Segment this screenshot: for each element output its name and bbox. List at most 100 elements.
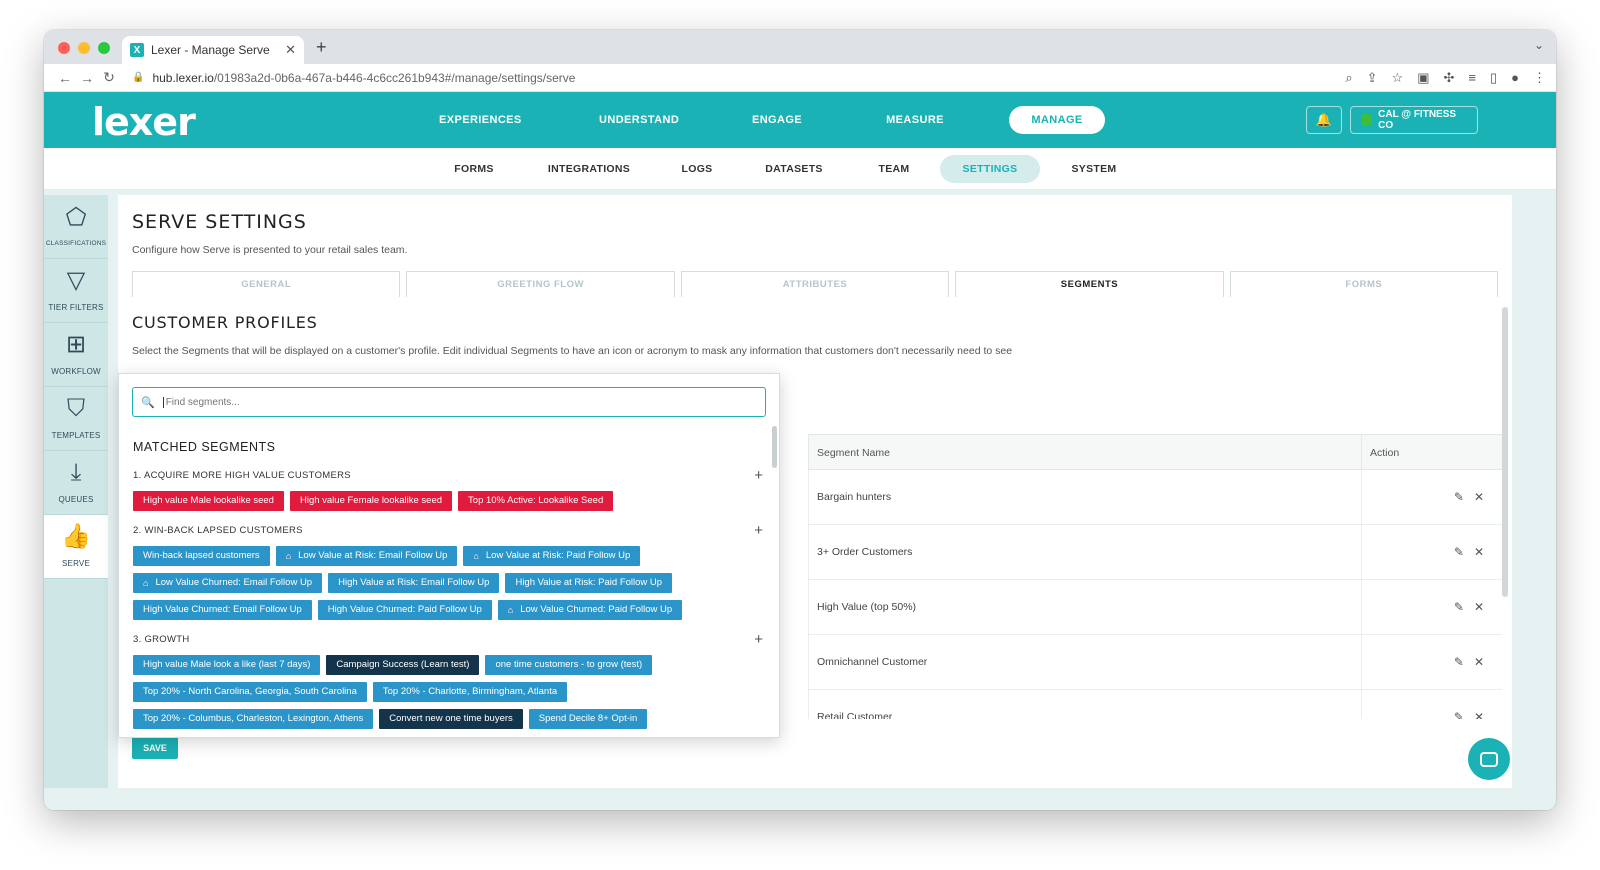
segment-chip[interactable]: Top 20% - Charlotte, Birmingham, Atlanta [372,682,568,702]
serve-settings-card: SERVE SETTINGS Configure how Serve is pr… [118,195,1512,788]
browser-tab[interactable]: X Lexer - Manage Serve ✕ [122,36,304,64]
save-button[interactable]: SAVE [132,737,178,759]
subnav-datasets[interactable]: DATASETS [759,155,829,183]
back-icon[interactable]: ← [54,70,76,86]
profile-icon[interactable]: ● [1511,70,1519,86]
segment-chip[interactable]: ⌂ Low Value Churned: Paid Follow Up [497,600,683,620]
thumbs-up-icon: 👍 [61,523,91,550]
side-panel-icon[interactable]: ▯ [1490,70,1497,86]
row-actions: ✎ ✕ [1361,580,1502,634]
extension-icon[interactable]: ▣ [1417,70,1429,86]
delete-icon[interactable]: ✕ [1474,710,1484,719]
segment-search-input[interactable] [162,396,743,408]
add-group-icon[interactable]: + [754,467,763,484]
edit-icon[interactable]: ✎ [1454,545,1464,559]
segment-chip[interactable]: Top 20% - Columbus, Charleston, Lexingto… [133,709,374,729]
segment-group-title: 2. WIN-BACK LAPSED CUSTOMERS [133,525,303,536]
share-icon[interactable]: ⇪ [1367,70,1378,86]
nav-measure[interactable]: MEASURE [885,114,945,126]
sidebar-item-workflow[interactable]: ⊞ WORKFLOW [44,323,108,387]
delete-icon[interactable]: ✕ [1474,490,1484,504]
nav-manage[interactable]: MANAGE [1009,106,1105,134]
reload-icon[interactable]: ↻ [98,69,120,86]
segment-group: 3. GROWTH + High value Male look a like … [133,631,763,729]
zoom-icon[interactable]: ⌕ [1345,70,1352,86]
segment-chip[interactable]: ⌂ Low Value at Risk: Paid Follow Up [463,546,641,566]
subnav-integrations[interactable]: INTEGRATIONS [544,155,634,183]
edit-icon[interactable]: ✎ [1454,655,1464,669]
account-switcher[interactable]: CAL @ FITNESS CO [1350,106,1478,134]
subnav-team[interactable]: TEAM [869,155,919,183]
segment-chip[interactable]: High value Male look a like (last 7 days… [133,655,321,675]
delete-icon[interactable]: ✕ [1474,600,1484,614]
segment-chip[interactable]: Convert new one time buyers [379,709,523,729]
sidebar-item-classifications[interactable]: ⬠ CLASSIFICATIONS [44,195,108,259]
subnav-settings[interactable]: SETTINGS [940,155,1040,183]
subnav-forms[interactable]: FORMS [444,155,504,183]
segment-chip[interactable]: Top 10% Active: Lookalike Seed [458,491,614,511]
segment-chip[interactable]: High Value at Risk: Paid Follow Up [505,573,673,593]
segment-chip[interactable]: High value Male lookalike seed [133,491,284,511]
segment-chip[interactable]: Spend Decile 8+ Opt-in [528,709,648,729]
segment-badge-icon: ⌂ [143,578,149,588]
edit-icon[interactable]: ✎ [1454,600,1464,614]
delete-icon[interactable]: ✕ [1474,655,1484,669]
nav-understand[interactable]: UNDERSTAND [599,114,679,126]
table-row: Retail Customer ✎ ✕ [808,690,1502,719]
browser-window: X Lexer - Manage Serve ✕ + ⌄ ← → ↻ 🔒 hub… [44,30,1556,810]
puzzle-icon[interactable]: ✣ [1443,70,1454,86]
maximize-window-button[interactable] [98,42,110,54]
subnav-logs[interactable]: LOGS [672,155,722,183]
menu-dots-icon[interactable]: ⋮ [1533,70,1546,86]
lexer-logo[interactable]: lexer [92,100,196,144]
tab-greeting-flow[interactable]: GREETING FLOW [406,271,675,297]
url-field[interactable]: 🔒 hub.lexer.io/01983a2d-0b6a-467a-b446-4… [132,71,575,85]
tab-search-chevron-icon[interactable]: ⌄ [1534,38,1544,52]
add-group-icon[interactable]: + [754,631,763,648]
segment-name-cell: Bargain hunters [808,470,1361,524]
segment-chip[interactable]: Campaign Success (Learn test) [326,655,480,675]
tab-general[interactable]: GENERAL [132,271,401,297]
edit-icon[interactable]: ✎ [1454,710,1464,719]
sidebar-item-label: QUEUES [58,495,94,504]
new-tab-icon[interactable]: + [316,37,327,58]
tab-forms[interactable]: FORMS [1229,271,1499,297]
minimize-window-button[interactable] [78,42,90,54]
delete-icon[interactable]: ✕ [1474,545,1484,559]
sidebar-item-templates[interactable]: ⛉ TEMPLATES [44,387,108,451]
content-scrollbar-thumb[interactable] [1502,307,1508,597]
sidebar-item-queues[interactable]: ⤓ QUEUES [44,451,108,515]
segment-chip[interactable]: ⌂ Low Value Churned: Email Follow Up [133,573,323,593]
dropdown-scrollbar[interactable] [772,426,777,468]
column-header-segment-name[interactable]: Segment Name [808,435,1361,469]
segment-chip[interactable]: High value Female lookalike seed [289,491,453,511]
segment-chip-label: Low Value Churned: Paid Follow Up [520,604,673,615]
segment-chip[interactable]: High Value Churned: Paid Follow Up [317,600,492,620]
segment-chip[interactable]: High Value at Risk: Email Follow Up [328,573,500,593]
segment-chip[interactable]: ⌂ Low Value at Risk: Email Follow Up [275,546,458,566]
segment-chip[interactable]: Top 20% - North Carolina, Georgia, South… [133,682,367,702]
sidebar-item-serve[interactable]: 👍 SERVE [44,515,108,579]
bookmark-star-icon[interactable]: ☆ [1392,70,1404,86]
column-header-action: Action [1361,435,1502,469]
reading-list-icon[interactable]: ≡ [1468,70,1476,86]
tab-segments[interactable]: SEGMENTS [955,271,1224,297]
segment-chip[interactable]: one time customers - to grow (test) [485,655,653,675]
segment-search: 🔍 [132,387,766,417]
edit-icon[interactable]: ✎ [1454,490,1464,504]
nav-experiences[interactable]: EXPERIENCES [439,114,521,126]
tab-attributes[interactable]: ATTRIBUTES [680,271,950,297]
content-scrollbar[interactable] [1502,303,1508,723]
sidebar-item-tier-filters[interactable]: ▽ TIER FILTERS [44,259,108,323]
notifications-bell-icon[interactable]: 🔔 [1306,106,1342,134]
nav-engage[interactable]: ENGAGE [747,114,807,126]
chat-launcher-button[interactable] [1468,738,1510,780]
subnav-system[interactable]: SYSTEM [1066,155,1122,183]
close-window-button[interactable] [58,42,70,54]
forward-icon[interactable]: → [76,70,98,86]
segment-chip[interactable]: Win-back lapsed customers [133,546,270,566]
add-group-icon[interactable]: + [754,522,763,539]
segment-group-title: 1. ACQUIRE MORE HIGH VALUE CUSTOMERS [133,470,351,481]
segment-chip[interactable]: High Value Churned: Email Follow Up [133,600,312,620]
tab-close-icon[interactable]: ✕ [285,42,296,58]
